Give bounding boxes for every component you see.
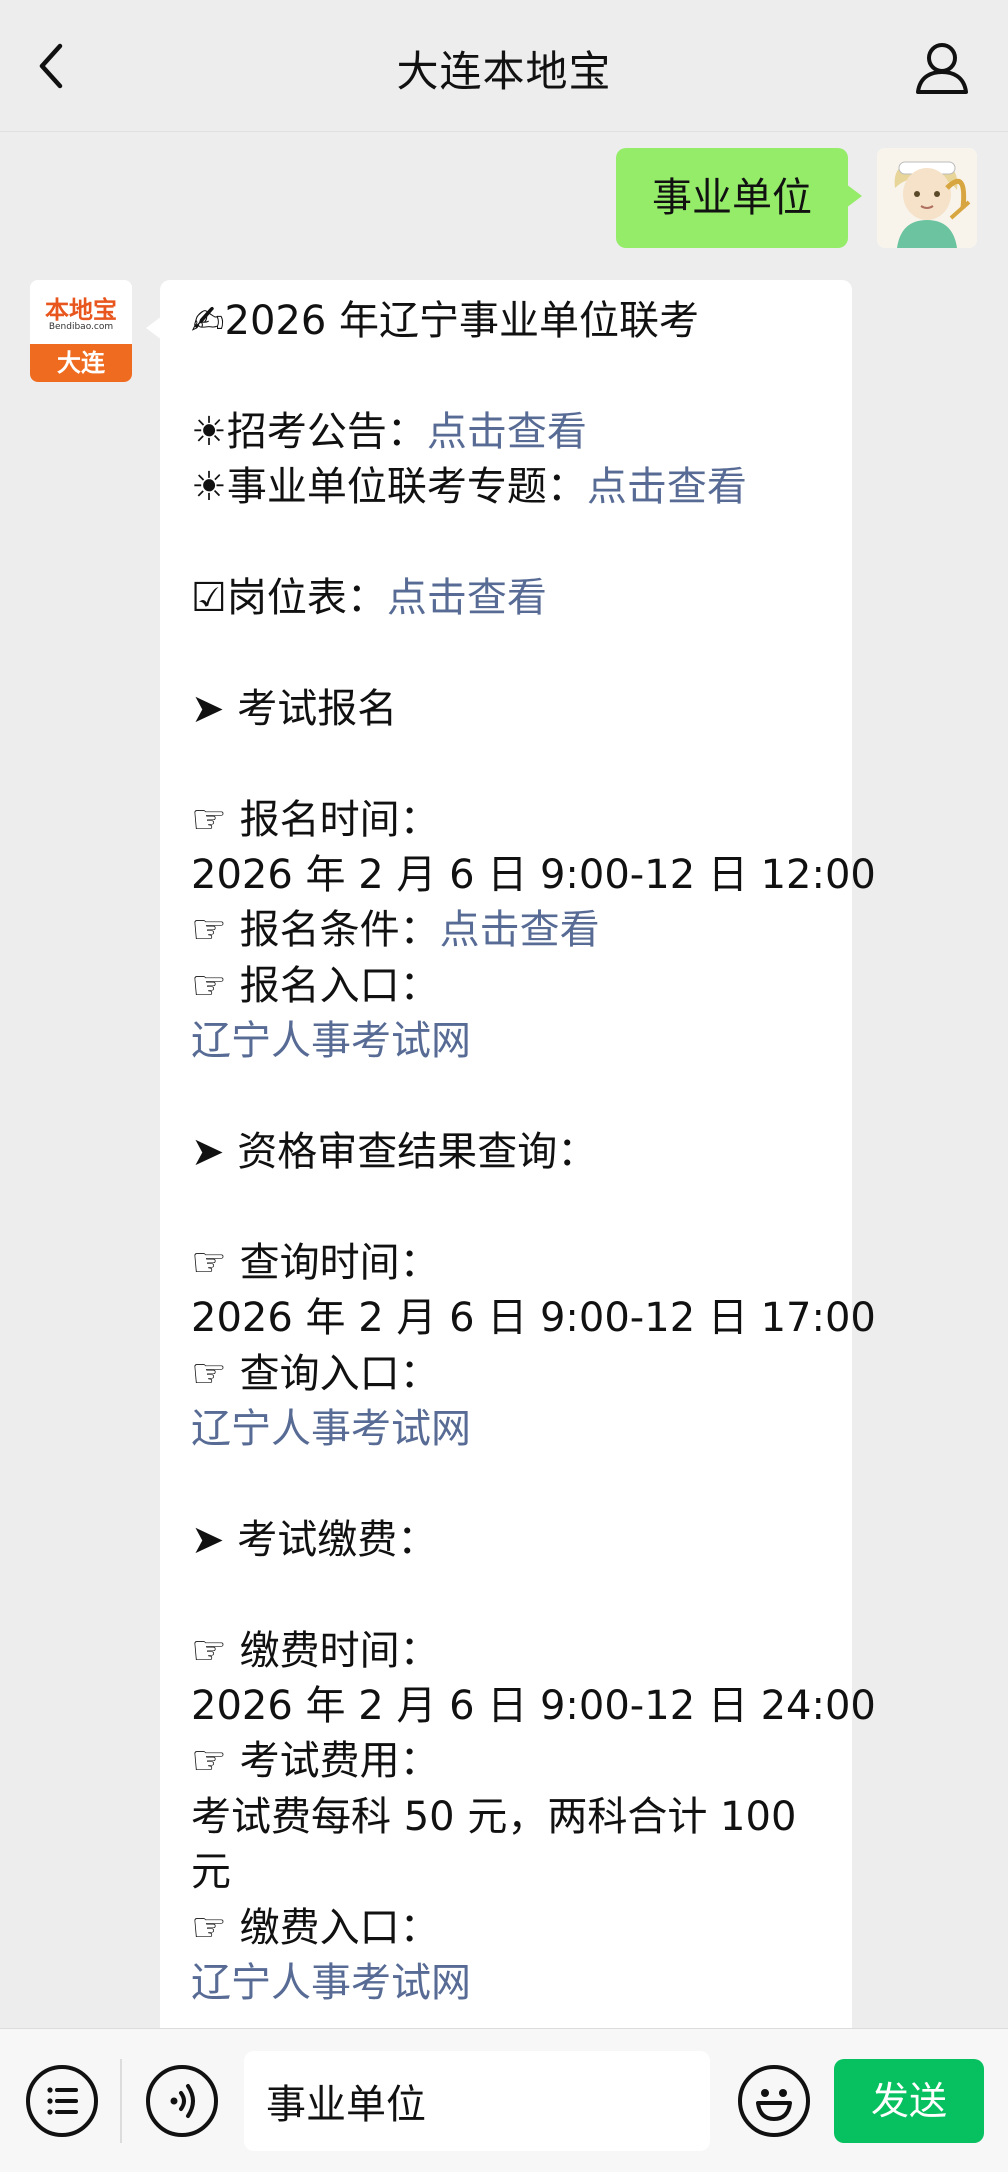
user-profile-icon[interactable] <box>912 38 972 98</box>
message-text: ☞ 查询时间： <box>191 1239 440 1286</box>
message-line: ☞ 缴费入口： <box>191 1901 820 1956</box>
emoji-icon[interactable] <box>738 2065 810 2137</box>
message-link[interactable]: 辽宁人事考试网 <box>191 1960 471 2006</box>
menu-list-icon[interactable] <box>26 2065 98 2137</box>
message-text: 2026 年 2 月 6 日 9:00-12 日 17:00 <box>191 1295 876 1342</box>
message-text: ☞ 缴费时间： <box>191 1627 440 1674</box>
message-line: ☞ 查询时间： <box>191 1236 820 1291</box>
message-text: 2026 年 2 月 6 日 9:00-12 日 24:00 <box>191 1683 876 1730</box>
message-line: ☞ 报名入口： <box>191 959 820 1014</box>
message-line: ☞ 报名条件：点击查看 <box>191 903 820 958</box>
message-line: 考试费每科 50 元，两科合计 100 <box>191 1790 820 1845</box>
message-text: 元 <box>191 1849 231 1896</box>
chat-page: 大连本地宝 事业单位 本地宝 Bendibao.com 大连 ✍2026 年辽宁… <box>0 0 1008 2172</box>
voice-icon[interactable] <box>146 2065 218 2137</box>
user-message-bubble[interactable]: 事业单位 <box>616 148 862 248</box>
message-text: ☞ 报名时间： <box>191 796 440 843</box>
toolbar-divider <box>120 2059 122 2143</box>
message-line: ☞ 查询入口： <box>191 1347 820 1402</box>
message-line: ☀事业单位联考专题：点击查看 <box>191 460 820 515</box>
bot-message-bubble: ✍2026 年辽宁事业单位联考 ☀招考公告：点击查看 ☀事业单位联考专题：点击查看 ☑… <box>146 280 876 2028</box>
message-line: 2026 年 2 月 6 日 9:00-12 日 12:00 <box>191 848 876 903</box>
message-line: ✍2026 年辽宁事业单位联考 <box>191 294 820 349</box>
message-link[interactable]: 点击查看 <box>440 907 600 953</box>
message-text: ➤ 资格审查结果查询： <box>191 1129 598 1176</box>
message-line: ☑岗位表：点击查看 <box>191 571 820 626</box>
chat-messages[interactable]: 事业单位 本地宝 Bendibao.com 大连 ✍2026 年辽宁事业单位联考… <box>0 132 1008 2028</box>
message-line: ☞ 报名时间： <box>191 793 820 848</box>
message-text: ☀事业单位联考专题： <box>191 464 587 511</box>
send-button[interactable]: 发送 <box>834 2059 984 2143</box>
message-line: 2026 年 2 月 6 日 9:00-12 日 17:00 <box>191 1291 876 1346</box>
message-line: ☀招考公告：点击查看 <box>191 405 820 460</box>
message-text: ➤ 考试缴费： <box>191 1516 438 1563</box>
message-text: ☞ 查询入口： <box>191 1350 440 1397</box>
message-link[interactable]: 辽宁人事考试网 <box>191 1406 471 1452</box>
bot-site-text: Bendibao.com <box>48 322 114 332</box>
message-line: ➤ 资格审查结果查询： <box>191 1125 820 1180</box>
bot-avatar-top: 本地宝 Bendibao.com <box>30 280 132 344</box>
message-text: 考试费每科 50 元，两科合计 100 <box>191 1793 797 1840</box>
message-line: ➤ 考试报名 <box>191 682 820 737</box>
input-bar: 发送 <box>0 2028 1008 2172</box>
message-text: ☞ 考试费用： <box>191 1738 440 1785</box>
message-text: ☞ 报名条件： <box>191 907 440 954</box>
message-line: 辽宁人事考试网 <box>191 1014 820 1069</box>
message-line: 辽宁人事考试网 <box>191 1402 820 1457</box>
message-link[interactable]: 点击查看 <box>427 409 587 455</box>
nav-header: 大连本地宝 <box>0 0 1008 132</box>
message-line: ☞ 缴费时间： <box>191 1624 820 1679</box>
message-text: ➤ 考试报名 <box>191 685 398 732</box>
message-text: ✍2026 年辽宁事业单位联考 <box>191 298 700 344</box>
bot-city-label: 大连 <box>30 344 132 382</box>
bot-avatar[interactable]: 本地宝 Bendibao.com 大连 <box>30 280 132 382</box>
message-text: ☑岗位表： <box>191 575 387 621</box>
message-text: 2026 年 2 月 6 日 9:00-12 日 12:00 <box>191 852 876 898</box>
message-line: ➤ 考试缴费： <box>191 1513 820 1568</box>
message-link[interactable]: 点击查看 <box>387 575 547 621</box>
message-text: ☞ 缴费入口： <box>191 1904 440 1951</box>
message-text: ☀招考公告： <box>191 408 427 455</box>
message-text: ☞ 报名入口： <box>191 962 440 1009</box>
message-line: 2026 年 2 月 6 日 9:00-12 日 24:00 <box>191 1679 876 1734</box>
page-title: 大连本地宝 <box>396 47 612 96</box>
user-avatar[interactable] <box>877 148 977 248</box>
message-link[interactable]: 点击查看 <box>587 464 747 510</box>
message-input[interactable] <box>244 2051 710 2151</box>
message-link[interactable]: 辽宁人事考试网 <box>191 1018 471 1064</box>
message-line: 辽宁人事考试网 <box>191 1956 820 2011</box>
bot-brand-logo: 本地宝 <box>45 296 117 324</box>
message-line: 元 <box>191 1845 820 1900</box>
message-line: ☞ 考试费用： <box>191 1734 820 1789</box>
